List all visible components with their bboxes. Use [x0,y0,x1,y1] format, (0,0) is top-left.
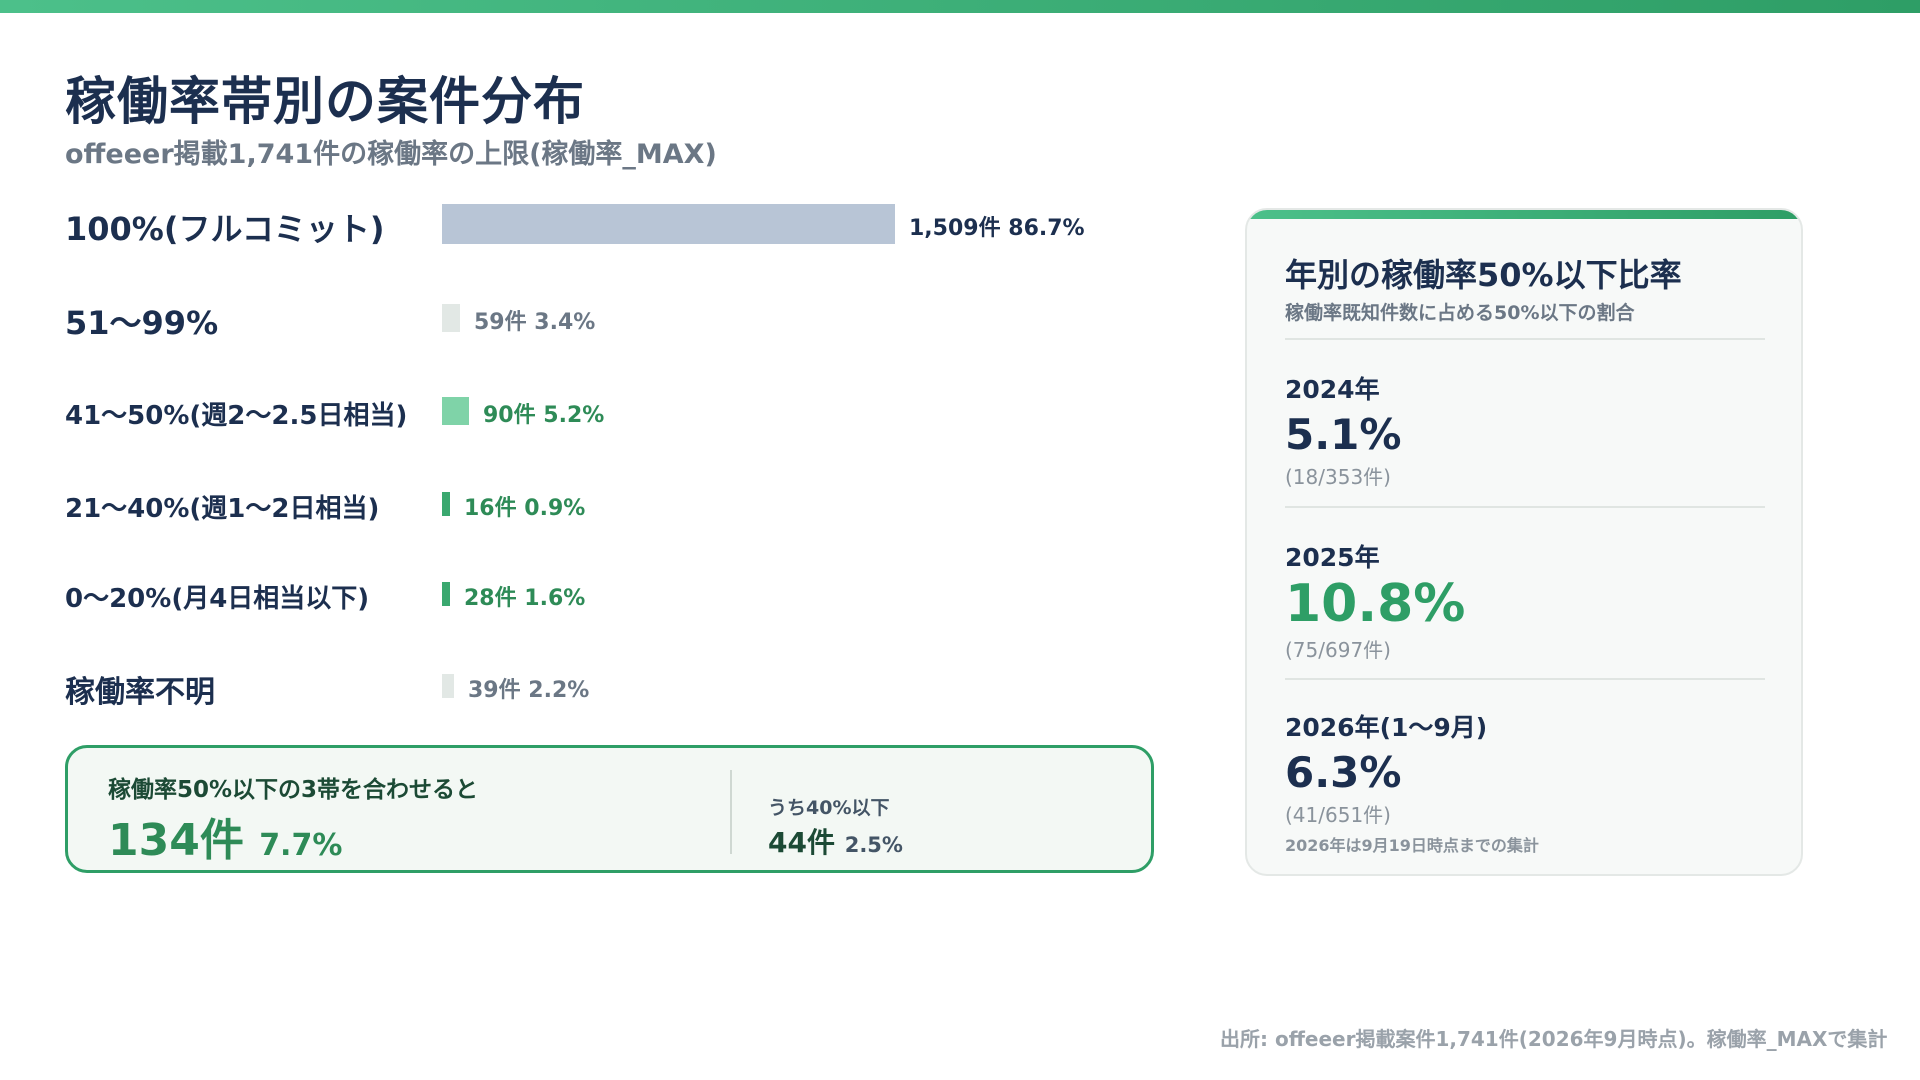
bar-label-100: 1,509件 86.7% [909,216,1085,241]
panel-divider [1285,506,1765,508]
year-value-2024: 5.1% [1285,410,1402,459]
bar-unknown [442,674,454,698]
year-value-2026: 6.3% [1285,748,1402,797]
summary-sub-count: 44件 [768,826,835,859]
source-note: 出所: offeeer掲載案件1,741件(2026年9月時点)。稼働率_MAX… [1220,1027,1888,1051]
yearly-ratio-panel: 年別の稼働率50%以下比率 稼働率既知件数に占める50%以下の割合 2024年 … [1245,208,1803,876]
row-label-41-50: 41〜50%(週2〜2.5日相当) [65,400,408,431]
year-fraction-2024: (18/353件) [1285,465,1391,489]
page-subtitle: offeeer掲載1,741件の稼働率の上限(稼働率_MAX) [65,139,717,170]
row-label-unknown: 稼働率不明 [65,675,215,711]
summary-label: 稼働率50%以下の3帯を合わせると [108,777,479,803]
bar-41-50 [442,397,469,425]
panel-subtitle: 稼働率既知件数に占める50%以下の割合 [1285,302,1635,324]
year-value-2025: 10.8% [1285,574,1466,634]
bar-0-20 [442,582,450,606]
bar-label-21-40: 16件 0.9% [464,496,586,521]
summary-total: 134件 7.7% [108,804,342,868]
year-fraction-2025: (75/697件) [1285,638,1391,662]
page-title: 稼働率帯別の案件分布 [65,73,586,132]
bar-label-41-50: 90件 5.2% [483,403,605,428]
row-label-51-99: 51〜99% [65,304,219,343]
summary-box: 稼働率50%以下の3帯を合わせると 134件 7.7% うち40%以下 44件 … [65,745,1154,873]
summary-sub-label: うち40%以下 [768,797,890,819]
bar-51-99 [442,304,460,332]
panel-note: 2026年は9月19日時点までの集計 [1285,836,1539,855]
summary-sub-total: 44件 2.5% [768,821,903,861]
row-label-0-20: 0〜20%(月4日相当以下) [65,583,370,614]
year-label-2025: 2025年 [1285,543,1380,572]
panel-accent-bar [1247,210,1801,219]
bar-100 [442,204,895,244]
summary-divider [730,770,732,854]
bar-label-51-99: 59件 3.4% [474,310,596,335]
year-label-2026: 2026年(1〜9月) [1285,713,1488,742]
bar-label-0-20: 28件 1.6% [464,586,586,611]
year-label-2024: 2024年 [1285,375,1380,404]
panel-divider [1285,678,1765,680]
panel-title: 年別の稼働率50%以下比率 [1285,256,1682,294]
row-label-100: 100%(フルコミット) [65,210,385,249]
bar-21-40 [442,492,450,516]
top-accent-bar [0,0,1920,13]
row-label-21-40: 21〜40%(週1〜2日相当) [65,493,380,524]
summary-percent: 7.7% [259,828,343,863]
summary-count: 134件 [108,815,244,866]
year-fraction-2026: (41/651件) [1285,803,1391,827]
bar-label-unknown: 39件 2.2% [468,678,590,703]
summary-sub-percent: 2.5% [844,833,903,857]
panel-divider [1285,338,1765,340]
